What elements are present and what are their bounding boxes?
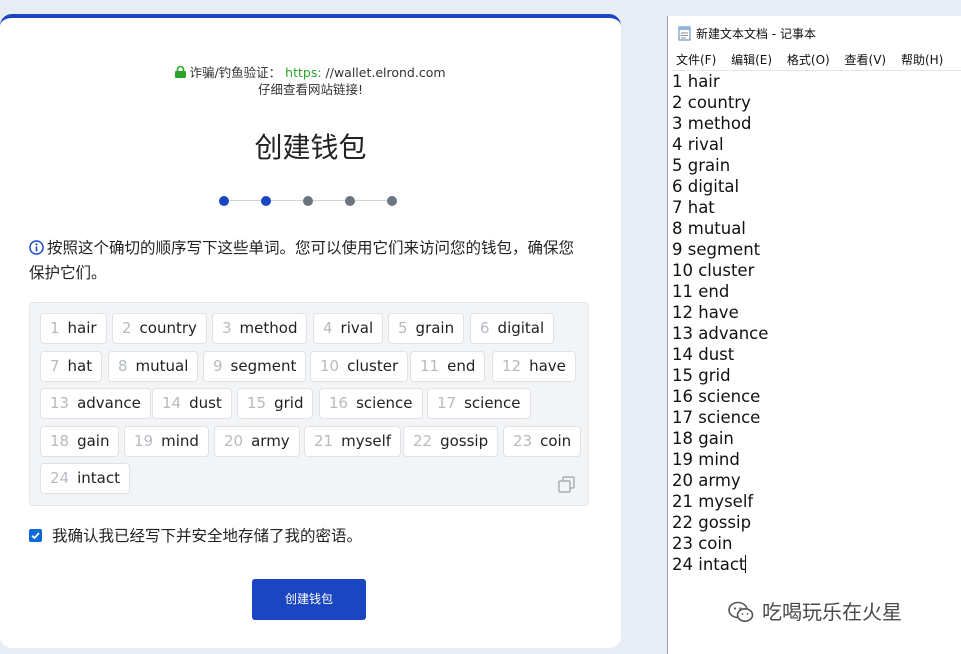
text-line: 8 mutual bbox=[672, 219, 746, 238]
word-chip: 5 grain bbox=[388, 313, 465, 344]
create-wallet-card: 诈骗/钓鱼验证： https: //wallet.elrond.com 仔细查看… bbox=[0, 14, 621, 648]
copy-icon[interactable] bbox=[558, 476, 575, 493]
word-chip: 17 science bbox=[427, 388, 531, 419]
word-chip: 18 gain bbox=[40, 426, 120, 457]
word-chip: 19 mind bbox=[124, 426, 209, 457]
text-line: 23 coin bbox=[672, 534, 733, 553]
instruction-label: 按照这个确切的顺序写下这些单词。您可以使用它们来访问您的钱包，确保您保护它们。 bbox=[29, 239, 575, 282]
word-chip: 3 method bbox=[212, 313, 308, 344]
word-chip: 6 digital bbox=[470, 313, 555, 344]
notepad-menubar: 文件(F) 编辑(E) 格式(O) 查看(V) 帮助(H) bbox=[676, 51, 954, 68]
word-chip: 22 gossip bbox=[403, 426, 499, 457]
url-host: //wallet.elrond.com bbox=[321, 65, 446, 80]
text-line: 13 advance bbox=[672, 324, 769, 343]
step-5-dot bbox=[387, 196, 397, 206]
word-chip: 14 dust bbox=[152, 388, 232, 419]
confirm-checkbox-row[interactable]: 我确认我已经写下并安全地存储了我的密语。 bbox=[29, 526, 362, 546]
verify-label: 诈骗/钓鱼验证： bbox=[189, 65, 282, 80]
notepad-icon bbox=[678, 26, 691, 41]
notepad-titlebar: 新建文本文档 - 记事本 bbox=[678, 25, 816, 42]
text-line: 22 gossip bbox=[672, 513, 752, 532]
url-scheme: https: bbox=[285, 65, 322, 80]
lock-icon bbox=[175, 66, 187, 78]
text-line: 18 gain bbox=[672, 429, 734, 448]
watermark: 吃喝玩乐在火星 bbox=[728, 596, 902, 625]
text-line: 20 army bbox=[672, 471, 741, 490]
step-4-dot bbox=[345, 196, 355, 206]
text-line: 10 cluster bbox=[672, 261, 755, 280]
menu-view[interactable]: 查看(V) bbox=[845, 53, 887, 67]
text-line: 19 mind bbox=[672, 450, 740, 469]
watermark-text: 吃喝玩乐在火星 bbox=[762, 600, 902, 624]
text-line: 4 rival bbox=[672, 135, 724, 154]
text-caret bbox=[745, 555, 747, 573]
text-line: 17 science bbox=[672, 408, 761, 427]
word-chip: 13 advance bbox=[40, 388, 151, 419]
confirm-label: 我确认我已经写下并安全地存储了我的密语。 bbox=[52, 527, 363, 545]
page-title: 创建钱包 bbox=[254, 131, 367, 164]
word-chip: 11 end bbox=[410, 351, 486, 382]
word-chip: 21 myself bbox=[304, 426, 402, 457]
notepad-title: 新建文本文档 - 记事本 bbox=[696, 27, 816, 41]
check-icon bbox=[31, 532, 40, 540]
confirm-checkbox[interactable] bbox=[29, 529, 42, 542]
text-line: 12 have bbox=[672, 303, 739, 322]
word-chip: 7 hat bbox=[40, 351, 103, 382]
info-icon bbox=[29, 240, 44, 255]
word-chip: 8 mutual bbox=[108, 351, 199, 382]
menu-format[interactable]: 格式(O) bbox=[787, 53, 830, 67]
phishing-verification: 诈骗/钓鱼验证： https: //wallet.elrond.com 仔细查看… bbox=[0, 64, 621, 98]
verify-hint: 仔细查看网站链接! bbox=[257, 82, 363, 97]
word-chip: 16 science bbox=[319, 388, 423, 419]
text-line: 3 method bbox=[672, 114, 752, 133]
word-chip: 23 coin bbox=[503, 426, 582, 457]
text-line: 2 country bbox=[672, 93, 751, 112]
step-1-dot bbox=[219, 196, 229, 206]
secret-phrase-box: 1 hair 2 country 3 method 4 rival 5 grain 6 di… bbox=[29, 302, 589, 506]
word-chip: 1 hair bbox=[40, 313, 107, 344]
step-2-dot bbox=[261, 196, 271, 206]
text-line-last: 24 intact bbox=[672, 555, 747, 574]
text-line: 7 hat bbox=[672, 198, 715, 217]
text-line: 21 myself bbox=[672, 492, 754, 511]
menu-help[interactable]: 帮助(H) bbox=[901, 53, 943, 67]
menu-edit[interactable]: 编辑(E) bbox=[731, 53, 772, 67]
word-chip: 4 rival bbox=[313, 313, 384, 344]
wechat-icon bbox=[728, 601, 754, 622]
menu-file[interactable]: 文件(F) bbox=[676, 53, 716, 67]
create-wallet-button[interactable]: 创建钱包 bbox=[252, 579, 366, 620]
step-indicator bbox=[219, 196, 399, 206]
step-3-dot bbox=[303, 196, 313, 206]
notepad-window: 新建文本文档 - 记事本 文件(F) 编辑(E) 格式(O) 查看(V) 帮助(… bbox=[667, 16, 961, 654]
word-chip: 15 grid bbox=[237, 388, 314, 419]
text-line: 1 hair bbox=[672, 72, 720, 91]
text-line: 5 grain bbox=[672, 156, 731, 175]
text-line: 11 end bbox=[672, 282, 730, 301]
word-chip: 20 army bbox=[214, 426, 300, 457]
word-chip: 2 country bbox=[112, 313, 207, 344]
word-chip: 12 have bbox=[492, 351, 576, 382]
word-chip: 24 intact bbox=[40, 463, 130, 494]
text-line: 9 segment bbox=[672, 240, 761, 259]
notepad-text-area[interactable]: 1 hair 2 country 3 method 4 rival 5 grai… bbox=[672, 70, 961, 575]
text-line: 6 digital bbox=[672, 177, 740, 196]
text-line: 15 grid bbox=[672, 366, 731, 385]
text-line: 14 dust bbox=[672, 345, 735, 364]
word-chip: 10 cluster bbox=[310, 351, 409, 382]
instruction-text: 按照这个确切的顺序写下这些单词。您可以使用它们来访问您的钱包，确保您保护它们。 bbox=[29, 236, 589, 286]
word-chip: 9 segment bbox=[203, 351, 307, 382]
text-line: 16 science bbox=[672, 387, 761, 406]
